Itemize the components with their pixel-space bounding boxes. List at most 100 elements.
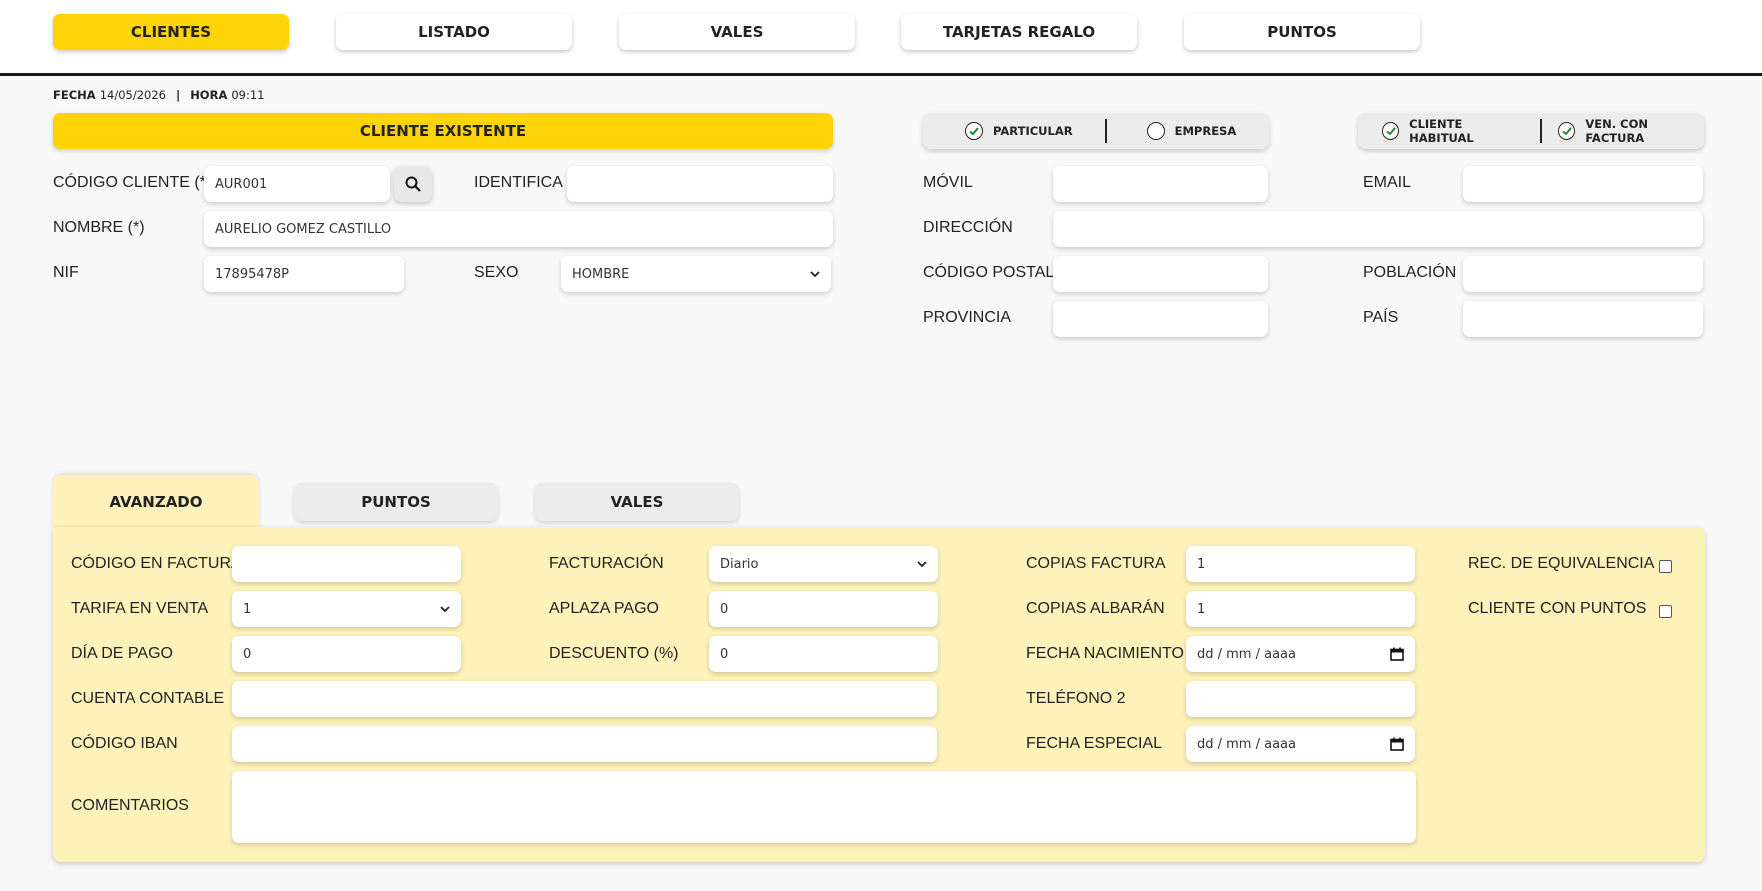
search-icon xyxy=(405,176,421,192)
copias-albaran-input[interactable]: 1 xyxy=(1186,591,1415,627)
calendar-icon xyxy=(1390,737,1404,751)
facturacion-select[interactable]: Diario xyxy=(709,546,938,582)
tarifa-label: TARIFA EN VENTA xyxy=(71,600,209,617)
rec-equivalencia-label: REC. DE EQUIVALENCIA xyxy=(1468,555,1655,572)
cuenta-contable-input[interactable] xyxy=(232,681,937,717)
tab-avanzado[interactable]: AVANZADO xyxy=(53,475,259,528)
particular-option[interactable]: PARTICULAR xyxy=(965,122,1073,140)
cliente-habitual-option[interactable]: CLIENTE HABITUAL xyxy=(1382,117,1524,145)
dia-pago-input[interactable]: 0 xyxy=(232,636,461,672)
identifica-label: IDENTIFICA xyxy=(474,174,563,191)
toggle-divider xyxy=(1540,119,1543,143)
date-time-display: FECHA 14/05/2026 | HORA 09:11 xyxy=(53,88,265,102)
poblacion-label: POBLACIÓN xyxy=(1363,264,1457,281)
email-input[interactable] xyxy=(1463,166,1703,202)
comentarios-label: COMENTARIOS xyxy=(71,797,189,814)
cliente-con-puntos-checkbox[interactable] xyxy=(1659,605,1672,618)
calendar-icon xyxy=(1390,647,1404,661)
particular-label: PARTICULAR xyxy=(993,124,1073,138)
tab-vales[interactable]: VALES xyxy=(535,483,739,521)
chevron-down-icon xyxy=(917,561,927,568)
descuento-input[interactable]: 0 xyxy=(709,636,938,672)
copias-factura-label: COPIAS FACTURA xyxy=(1026,555,1166,572)
codigo-cliente-input[interactable]: AUR001 xyxy=(204,166,390,202)
codigo-iban-label: CÓDIGO IBAN xyxy=(71,735,178,752)
aplaza-pago-input[interactable]: 0 xyxy=(709,591,938,627)
nav-tab-listado[interactable]: LISTADO xyxy=(336,14,572,50)
ven-con-factura-label: VEN. CON FACTURA xyxy=(1585,117,1648,145)
provincia-input[interactable] xyxy=(1053,301,1268,337)
telefono-2-label: TELÉFONO 2 xyxy=(1026,690,1126,707)
movil-label: MÓVIL xyxy=(923,174,973,191)
tab-puntos[interactable]: PUNTOS xyxy=(294,483,498,521)
direccion-input[interactable] xyxy=(1053,211,1703,247)
nav-tab-vales[interactable]: VALES xyxy=(619,14,855,50)
fecha-value: 14/05/2026 xyxy=(99,88,166,102)
client-flags-toggle: CLIENTE HABITUAL VEN. CON FACTURA xyxy=(1358,113,1704,149)
fecha-label: FECHA xyxy=(53,88,96,102)
codigo-iban-input[interactable] xyxy=(232,726,937,762)
client-status-bar: CLIENTE EXISTENTE xyxy=(53,113,833,149)
fecha-especial-label: FECHA ESPECIAL xyxy=(1026,735,1163,752)
nif-label: NIF xyxy=(53,264,79,281)
tarifa-value: 1 xyxy=(243,601,252,617)
identifica-input[interactable] xyxy=(567,166,833,202)
nombre-label: NOMBRE (*) xyxy=(53,219,145,236)
top-nav: CLIENTES LISTADO VALES TARJETAS REGALO P… xyxy=(0,0,1762,76)
ven-con-factura-option[interactable]: VEN. CON FACTURA xyxy=(1558,117,1704,145)
aplaza-pago-label: APLAZA PAGO xyxy=(549,600,659,617)
rec-equivalencia-checkbox[interactable] xyxy=(1659,560,1672,573)
empresa-option[interactable]: EMPRESA xyxy=(1146,122,1237,140)
fecha-nacimiento-label: FECHA NACIMIENTO xyxy=(1026,645,1184,662)
nombre-input[interactable]: AURELIO GOMEZ CASTILLO xyxy=(204,211,833,247)
poblacion-input[interactable] xyxy=(1463,256,1703,292)
dia-pago-label: DÍA DE PAGO xyxy=(71,645,173,662)
codigo-cliente-label: CÓDIGO CLIENTE (*) xyxy=(53,174,212,191)
direccion-label: DIRECCIÓN xyxy=(923,219,1013,236)
pais-input[interactable] xyxy=(1463,301,1703,337)
telefono-2-input[interactable] xyxy=(1186,681,1415,717)
movil-input[interactable] xyxy=(1053,166,1268,202)
nif-input[interactable]: 17895478P xyxy=(204,256,404,292)
cuenta-contable-label: CUENTA CONTABLE xyxy=(71,690,225,707)
chevron-down-icon xyxy=(810,271,820,278)
hora-value: 09:11 xyxy=(231,88,265,102)
nav-tab-clientes[interactable]: CLIENTES xyxy=(53,14,289,50)
cliente-habitual-label: CLIENTE HABITUAL xyxy=(1409,117,1474,145)
codigo-factura-input[interactable] xyxy=(232,546,461,582)
sexo-label: SEXO xyxy=(474,264,519,281)
email-label: EMAIL xyxy=(1363,174,1412,191)
hora-label: HORA xyxy=(190,88,228,102)
cliente-con-puntos-label: CLIENTE CON PUNTOS xyxy=(1468,600,1647,617)
fecha-nacimiento-value: dd / mm / aaaa xyxy=(1197,646,1296,662)
toggle-divider xyxy=(1104,119,1107,143)
chevron-down-icon xyxy=(440,606,450,613)
codigo-factura-label: CÓDIGO EN FACTURA xyxy=(71,555,242,572)
tarifa-select[interactable]: 1 xyxy=(232,591,461,627)
codigo-postal-input[interactable] xyxy=(1053,256,1268,292)
sexo-value: HOMBRE xyxy=(572,266,630,282)
facturacion-label: FACTURACIÓN xyxy=(549,555,664,572)
provincia-label: PROVINCIA xyxy=(923,309,1012,326)
codigo-postal-label: CÓDIGO POSTAL xyxy=(923,264,1055,281)
copias-albaran-label: COPIAS ALBARÁN xyxy=(1026,600,1165,617)
empty-circle-icon xyxy=(1146,122,1165,140)
comentarios-textarea[interactable] xyxy=(232,771,1416,843)
sexo-select[interactable]: HOMBRE xyxy=(561,256,831,292)
nav-tab-puntos[interactable]: PUNTOS xyxy=(1184,14,1420,50)
nav-tab-tarjetas-regalo[interactable]: TARJETAS REGALO xyxy=(901,14,1137,50)
fecha-especial-input[interactable]: dd / mm / aaaa xyxy=(1186,726,1415,762)
pais-label: PAÍS xyxy=(1363,309,1399,326)
descuento-label: DESCUENTO (%) xyxy=(549,645,679,662)
check-circle-icon xyxy=(1382,122,1400,140)
empresa-label: EMPRESA xyxy=(1174,124,1237,138)
client-type-toggle: PARTICULAR EMPRESA xyxy=(923,113,1269,149)
fecha-nacimiento-input[interactable]: dd / mm / aaaa xyxy=(1186,636,1415,672)
check-circle-icon xyxy=(1558,122,1576,140)
copias-factura-input[interactable]: 1 xyxy=(1186,546,1415,582)
datetime-separator: | xyxy=(175,88,181,102)
check-circle-icon xyxy=(965,122,983,140)
facturacion-value: Diario xyxy=(720,556,759,572)
search-button[interactable] xyxy=(394,166,432,202)
fecha-especial-value: dd / mm / aaaa xyxy=(1197,736,1296,752)
